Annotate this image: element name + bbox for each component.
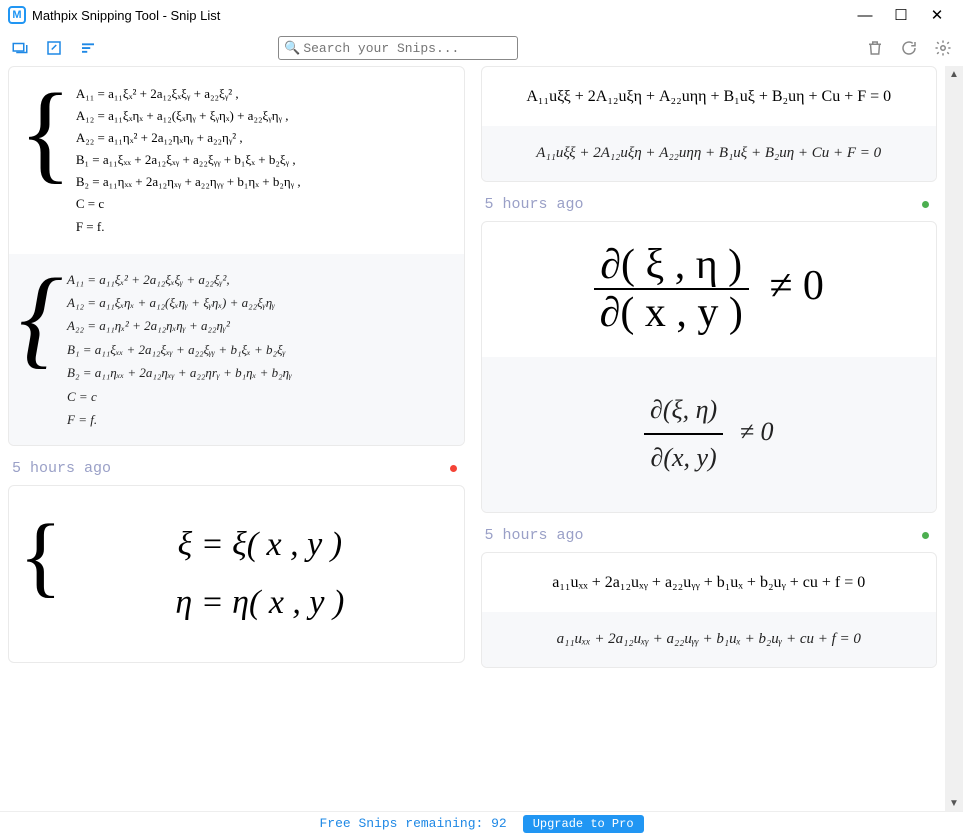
snip-card[interactable]: A₁₁uξξ + 2A₁₂uξη + A₂₂uηη + B₁uξ + B₂uη … [481,66,938,182]
eq-line: B₂ = a₁₁ηₓₓ + 2a₁₂ηₓᵧ + a₂₂ηᵧᵧ + b₁ηₓ + … [76,171,454,193]
status-dot-icon [922,201,929,208]
minimize-button[interactable]: — [847,1,883,29]
refresh-icon[interactable] [899,38,919,58]
free-snips-remaining: Free Snips remaining: 92 [319,816,506,831]
snip-card[interactable]: { A₁₁ = a₁₁ξₓ² + 2a₁₂ξₓξᵧ + a₂₂ξᵧ² , A₁₂… [8,66,465,446]
timestamp: 5 hours ago [485,527,938,544]
left-column: { A₁₁ = a₁₁ξₓ² + 2a₁₂ξₓξᵧ + a₂₂ξᵧ² , A₁₂… [0,66,473,811]
snip-card[interactable]: ∂( ξ , η ) ∂( x , y ) ≠ 0 ∂(ξ, η) ∂(x, y… [481,221,938,513]
toolbar: 🔍 [0,30,963,66]
titlebar: M Mathpix Snipping Tool - Snip List — ☐ … [0,0,963,30]
eq-line: F = f. [67,408,454,431]
scroll-up-icon[interactable]: ▲ [946,66,962,82]
close-button[interactable]: ✕ [919,1,955,29]
snip-icon[interactable] [10,38,30,58]
settings-icon[interactable] [933,38,953,58]
snip-rendered: ∂(ξ, η) ∂(x, y) ≠ 0 [482,357,937,513]
snip-card[interactable]: { ξ = ξ( x , y ) η = η( x , y ) [8,485,465,663]
right-column: A₁₁uξξ + 2A₁₂uξη + A₂₂uηη + B₁uξ + B₂uη … [473,66,946,811]
eq-line: F = f. [76,216,454,238]
snip-rendered: A₁₁uξξ + 2A₁₂uξη + A₂₂uηη + B₁uξ + B₂uη … [482,126,937,181]
snip-original: { A₁₁ = a₁₁ξₓ² + 2a₁₂ξₓξᵧ + a₂₂ξᵧ² , A₁₂… [9,67,464,254]
eq-line: C = c [67,385,454,408]
maximize-button[interactable]: ☐ [883,1,919,29]
snip-rendered: { A₁₁ = a₁₁ξₓ² + 2a₁₂ξₓξᵧ + a₂₂ξᵧ², A₁₂ … [9,254,464,446]
snip-card[interactable]: a₁₁uₓₓ + 2a₁₂uₓᵧ + a₂₂uᵧᵧ + b₁uₓ + b₂uᵧ … [481,552,938,668]
scroll-down-icon[interactable]: ▼ [946,795,962,811]
vertical-scrollbar[interactable]: ▲ ▼ [945,66,963,811]
status-dot-icon [922,532,929,539]
edit-icon[interactable] [44,38,64,58]
eq-line: A₁₂ = a₁₁ξₓηₓ + a₁₂(ξₓηᵧ + ξᵧηₓ) + a₂₂ξᵧ… [76,105,454,127]
eq-line: A₂₂ = a₁₁ηₓ² + 2a₁₂ηₓηᵧ + a₂₂ηᵧ² , [76,127,454,149]
search-input[interactable] [278,36,518,60]
statusbar: Free Snips remaining: 92 Upgrade to Pro [0,811,963,835]
timestamp: 5 hours ago [485,196,938,213]
eq-line: η = η( x , y ) [66,574,453,632]
status-dot-icon [450,465,457,472]
timestamp: 5 hours ago [12,460,465,477]
eq-line: B₁ = a₁₁ξₓₓ + 2a₁₂ξₓᵧ + a₂₂ξᵧᵧ + b₁ξₓ + … [67,338,454,361]
snip-original: a₁₁uₓₓ + 2a₁₂uₓᵧ + a₂₂uᵧᵧ + b₁uₓ + b₂uᵧ … [482,553,937,612]
eq-line: B₂ = a₁₁ηₓₓ + 2a₁₂ηₓᵧ + a₂₂ηrᵧ + b₁ηₓ + … [67,361,454,384]
search-box: 🔍 [278,36,518,60]
eq-line: A₁₁ = a₁₁ξₓ² + 2a₁₂ξₓξᵧ + a₂₂ξᵧ² , [76,83,454,105]
content-area: { A₁₁ = a₁₁ξₓ² + 2a₁₂ξₓξᵧ + a₂₂ξᵧ² , A₁₂… [0,66,963,811]
window-title: Mathpix Snipping Tool - Snip List [32,8,220,23]
snip-original: ∂( ξ , η ) ∂( x , y ) ≠ 0 [482,222,937,356]
app-logo-icon: M [8,6,26,24]
eq-line: A₂₂ = a₁₁ηₓ² + 2a₁₂ηₓηᵧ + a₂₂ηᵧ² [67,314,454,337]
eq-line: A₁₁ = a₁₁ξₓ² + 2a₁₂ξₓξᵧ + a₂₂ξᵧ², [67,268,454,291]
eq-line: ξ = ξ( x , y ) [66,516,453,574]
eq-line: B₁ = a₁₁ξₓₓ + 2a₁₂ξₓᵧ + a₂₂ξᵧᵧ + b₁ξₓ + … [76,149,454,171]
list-icon[interactable] [78,38,98,58]
snip-original: A₁₁uξξ + 2A₁₂uξη + A₂₂uηη + B₁uξ + B₂uη … [482,67,937,126]
upgrade-button[interactable]: Upgrade to Pro [523,815,644,833]
eq-line: A₁₂ = a₁₁ξₓηₓ + a₁₂(ξₓηᵧ + ξᵧηₓ) + a₂₂ξᵧ… [67,291,454,314]
snip-rendered: a₁₁uₓₓ + 2a₁₂uₓᵧ + a₂₂uᵧᵧ + b₁uₓ + b₂uᵧ … [482,612,937,667]
trash-icon[interactable] [865,38,885,58]
eq-line: C = c [76,193,454,215]
search-icon: 🔍 [284,40,300,56]
snip-original: { ξ = ξ( x , y ) η = η( x , y ) [9,486,464,662]
